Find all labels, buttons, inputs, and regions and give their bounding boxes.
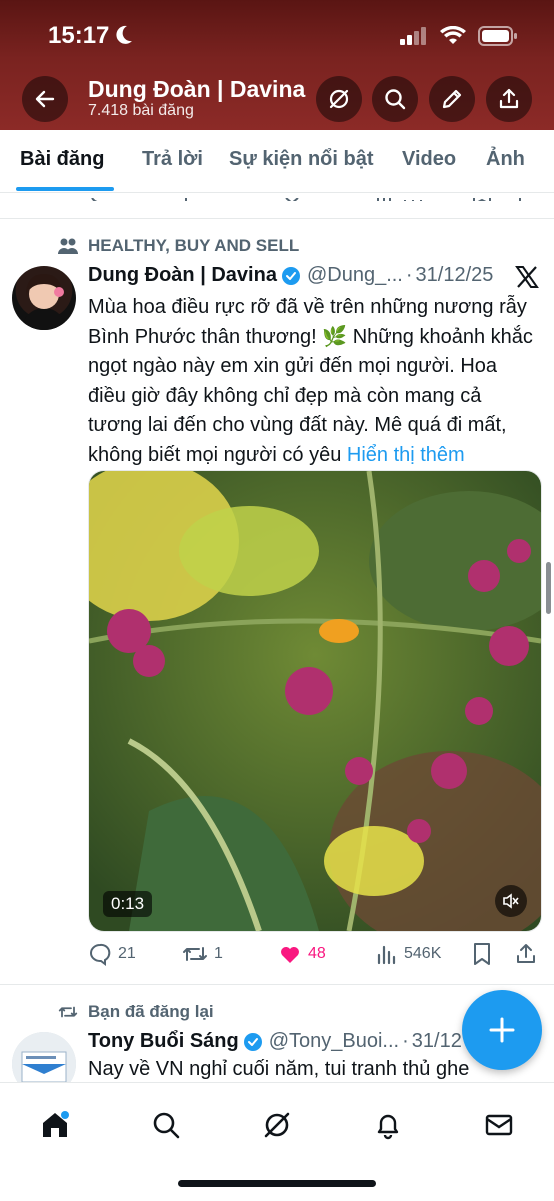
dot-separator: · (405, 264, 413, 286)
search-button[interactable] (372, 76, 418, 122)
share-button[interactable] (486, 76, 532, 122)
grok-button[interactable] (316, 76, 362, 122)
people-icon (58, 238, 78, 254)
search-icon (153, 1112, 180, 1139)
tab-indicator (16, 187, 114, 191)
back-button[interactable] (22, 76, 68, 122)
author-handle[interactable]: @Dung_... (307, 264, 403, 287)
tweet-body[interactable]: Mùa hoa điều rực rỡ đã về trên những nươ… (88, 293, 540, 470)
community-name: HEALTHY, BUY AND SELL (88, 236, 300, 255)
video-player[interactable]: 0:13 (88, 470, 542, 932)
share-tweet-button[interactable] (514, 938, 538, 970)
tab-replies[interactable]: Trả lời (142, 148, 203, 171)
reply-icon (90, 943, 111, 966)
view-count: 546K (404, 945, 442, 962)
video-frame (89, 471, 541, 931)
profile-tabs: Bài đăng Trả lời Sự kiện nổi bật Video Ả… (0, 130, 554, 193)
grok-icon (264, 1112, 290, 1138)
profile-header: 15:17 Dung Đoàn | Davina 7.418 bài đăng (0, 0, 554, 130)
repost-icon (58, 1006, 78, 1018)
home-indicator (178, 1180, 376, 1187)
tweet-date[interactable]: 31/12 (412, 1030, 462, 1053)
mute-button[interactable] (495, 885, 527, 917)
verified-badge-icon (243, 1032, 262, 1051)
speaker-muted-icon (503, 893, 519, 909)
tweet-actions: 21 1 48 546K (88, 938, 540, 970)
back-icon (35, 90, 55, 108)
grok-icon (329, 89, 349, 109)
compose-button[interactable] (462, 990, 542, 1070)
tweet-date[interactable]: 31/12/25 (416, 264, 494, 287)
tweet-header: Tony Buổi Sáng @Tony_Buoi... · 31/12 (88, 1030, 462, 1053)
divider (0, 984, 554, 985)
edit-icon (442, 89, 462, 109)
bookmark-icon (474, 943, 490, 965)
x-logo-icon (514, 264, 540, 295)
reply-button[interactable]: 21 (88, 938, 136, 970)
wifi-icon (440, 25, 466, 51)
moon-icon (114, 24, 134, 51)
plus-icon (489, 1017, 515, 1043)
author-name[interactable]: Tony Buổi Sáng (88, 1030, 239, 1053)
home-icon (43, 1111, 69, 1137)
share-icon (499, 88, 519, 109)
status-bar: 15:17 (0, 20, 554, 56)
tweet-header: Dung Đoàn | Davina @Dung_... · 31/12/25 (88, 264, 493, 287)
bookmark-button[interactable] (472, 938, 492, 970)
status-time: 15:17 (48, 22, 110, 49)
tweet-text[interactable]: Nay về VN nghỉ cuối năm, tui tranh thủ g… (88, 1058, 469, 1081)
tab-video[interactable]: Video (402, 148, 456, 171)
tweet-text: Mùa hoa điều rực rỡ đã về trên những nươ… (88, 296, 533, 466)
bar-chart-icon (377, 945, 396, 965)
nav-search[interactable] (144, 1103, 188, 1147)
repost-context: Bạn đã đăng lại (58, 1002, 214, 1022)
tab-posts[interactable]: Bài đăng (20, 148, 104, 171)
signal-icon (400, 27, 428, 50)
author-name[interactable]: Dung Đoàn | Davina (88, 264, 277, 287)
tab-highlights[interactable]: Sự kiện nổi bật (229, 148, 374, 171)
nav-home[interactable] (33, 1103, 77, 1147)
repost-count: 1 (214, 945, 223, 962)
video-duration: 0:13 (103, 891, 153, 917)
mail-icon (485, 1114, 513, 1136)
battery-icon (478, 26, 518, 51)
like-count: 48 (308, 945, 326, 962)
previous-tweet-actions (0, 193, 554, 201)
tab-photos[interactable]: Ảnh (486, 148, 525, 171)
community-context[interactable]: HEALTHY, BUY AND SELL (58, 236, 299, 256)
nav-messages[interactable] (477, 1103, 521, 1147)
show-more-link[interactable]: Hiển thị thêm (347, 444, 465, 466)
nav-grok[interactable] (255, 1103, 299, 1147)
dot-separator: · (402, 1030, 409, 1052)
post-count: 7.418 bài đăng (88, 102, 194, 119)
avatar[interactable] (12, 266, 76, 330)
verified-badge-icon (281, 266, 300, 285)
scrollbar[interactable] (546, 562, 551, 614)
nav-notifications[interactable] (366, 1103, 410, 1147)
profile-name: Dung Đoàn | Davina (88, 76, 306, 102)
search-icon (385, 89, 406, 110)
edit-button[interactable] (429, 76, 475, 122)
divider (0, 218, 554, 219)
bell-icon (377, 1114, 399, 1140)
repost-button[interactable]: 1 (182, 938, 223, 970)
author-handle[interactable]: @Tony_Buoi... (269, 1030, 399, 1053)
share-icon (517, 944, 535, 963)
reply-count: 21 (118, 945, 136, 962)
repost-context-text: Bạn đã đăng lại (88, 1002, 214, 1021)
heart-filled-icon (281, 947, 299, 963)
views-button[interactable]: 546K (376, 938, 441, 970)
repost-icon (183, 947, 207, 961)
like-button[interactable]: 48 (278, 938, 326, 970)
